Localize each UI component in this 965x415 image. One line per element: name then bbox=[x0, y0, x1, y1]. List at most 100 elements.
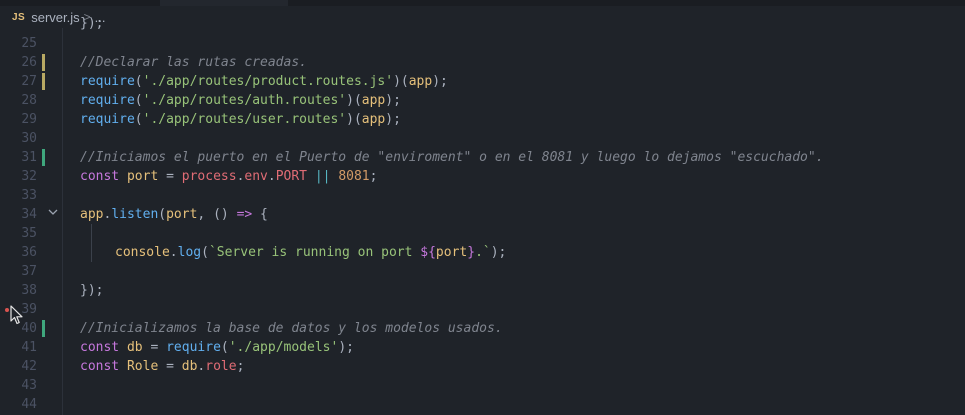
keyword-token: const bbox=[80, 359, 120, 374]
punctuation-token: )( bbox=[346, 112, 362, 127]
keyword-token: const bbox=[80, 169, 120, 184]
code-editor[interactable]: }); 25 26 //Declarar las rutas creadas. … bbox=[0, 16, 965, 415]
punctuation-token: ( bbox=[134, 112, 143, 127]
punctuation-token: )( bbox=[346, 93, 362, 108]
modified-line-marker[interactable] bbox=[42, 54, 45, 71]
punctuation-token: ); bbox=[385, 93, 401, 108]
code-line: 35 bbox=[0, 224, 965, 243]
operator-token: = bbox=[142, 340, 167, 355]
punctuation-token: ; bbox=[369, 169, 378, 184]
line-number: 27 bbox=[21, 74, 37, 89]
code-text: //Iniciamos el puerto en el Puerto de "e… bbox=[80, 148, 824, 167]
punctuation-token: , () bbox=[197, 207, 237, 222]
code-text: console.log(`Server is running on port $… bbox=[115, 243, 506, 262]
property-token: role bbox=[205, 359, 237, 374]
template-expression-token: } bbox=[467, 245, 476, 260]
indent-guide bbox=[91, 243, 92, 262]
code-line: 31 //Iniciamos el puerto en el Puerto de… bbox=[0, 148, 965, 167]
line-number: 29 bbox=[21, 112, 37, 127]
variable-token: port bbox=[435, 245, 468, 260]
punctuation-token: ); bbox=[385, 112, 401, 127]
punctuation-token: ( bbox=[134, 74, 143, 89]
code-line: 25 bbox=[0, 34, 965, 53]
code-text: app.listen(port, () => { bbox=[80, 205, 268, 224]
code-line: 29 require('./app/routes/user.routes')(a… bbox=[0, 110, 965, 129]
punctuation-token: }); bbox=[80, 283, 104, 298]
code-text: require('./app/routes/user.routes')(app)… bbox=[80, 110, 401, 129]
variable-token: app bbox=[361, 112, 386, 127]
line-number: 32 bbox=[21, 169, 37, 184]
code-text: require('./app/routes/product.routes.js'… bbox=[80, 72, 448, 91]
code-line: 32 const port = process.env.PORT || 8081… bbox=[0, 167, 965, 186]
variable-token: Role bbox=[126, 359, 159, 374]
punctuation-token: ( bbox=[134, 93, 143, 108]
keyword-token: const bbox=[80, 340, 120, 355]
line-number: 44 bbox=[21, 397, 37, 412]
line-number: 35 bbox=[21, 226, 37, 241]
function-token: require bbox=[80, 74, 135, 89]
line-number: 33 bbox=[21, 188, 37, 203]
mouse-pointer-icon bbox=[10, 305, 24, 325]
line-number: 43 bbox=[21, 378, 37, 393]
punctuation-token: ); bbox=[432, 74, 448, 89]
variable-token: db bbox=[126, 340, 143, 355]
comment-token: //Inicializamos la base de datos y los m… bbox=[80, 321, 503, 336]
line-number: 41 bbox=[21, 340, 37, 355]
function-token: require bbox=[166, 340, 221, 355]
line-number: 34 bbox=[21, 207, 37, 222]
line-number: 26 bbox=[21, 55, 37, 70]
added-line-marker[interactable] bbox=[42, 320, 45, 337]
line-number: 36 bbox=[21, 245, 37, 260]
punctuation-token: ( bbox=[158, 207, 167, 222]
chevron-down-icon[interactable] bbox=[47, 207, 59, 221]
code-text: require('./app/routes/auth.routes')(app)… bbox=[80, 91, 401, 110]
string-token: './app/routes/auth.routes' bbox=[142, 93, 347, 108]
code-line: 38 }); bbox=[0, 281, 965, 300]
punctuation-token: { bbox=[252, 207, 268, 222]
code-line: 28 require('./app/routes/auth.routes')(a… bbox=[0, 91, 965, 110]
code-line: 30 bbox=[0, 129, 965, 148]
code-line: 43 bbox=[0, 376, 965, 395]
line-number: 30 bbox=[21, 131, 37, 146]
line-number: 37 bbox=[21, 264, 37, 279]
breakpoint-hint-dot[interactable] bbox=[5, 308, 9, 312]
code-text: const Role = db.role; bbox=[80, 357, 244, 376]
variable-token: console bbox=[115, 245, 170, 260]
code-text: const db = require('./app/models'); bbox=[80, 338, 354, 357]
line-number: 31 bbox=[21, 150, 37, 165]
punctuation-token: . bbox=[267, 169, 276, 184]
line-number: 42 bbox=[21, 359, 37, 374]
code-text: const port = process.env.PORT || 8081; bbox=[80, 167, 377, 186]
line-number: 28 bbox=[21, 93, 37, 108]
punctuation-token: . bbox=[169, 245, 178, 260]
added-line-marker[interactable] bbox=[42, 149, 45, 166]
punctuation-token: )( bbox=[393, 74, 409, 89]
code-text: //Declarar las rutas creadas. bbox=[80, 53, 307, 72]
line-number: 25 bbox=[21, 36, 37, 51]
variable-token: app bbox=[80, 207, 104, 222]
line-number: 38 bbox=[21, 283, 37, 298]
keyword-token: => bbox=[236, 207, 253, 222]
comment-token: //Iniciamos el puerto en el Puerto de "e… bbox=[80, 150, 824, 165]
operator-token: || bbox=[314, 169, 331, 184]
template-expression-token: ${ bbox=[420, 245, 436, 260]
operator-token: = bbox=[158, 169, 182, 184]
code-line: 26 //Declarar las rutas creadas. bbox=[0, 53, 965, 72]
function-token: require bbox=[80, 112, 135, 127]
comment-token: //Declarar las rutas creadas. bbox=[80, 55, 307, 70]
modified-line-marker[interactable] bbox=[42, 73, 45, 90]
string-token: './app/routes/user.routes' bbox=[142, 112, 347, 127]
string-token: './app/models' bbox=[228, 340, 339, 355]
variable-token: app bbox=[361, 93, 386, 108]
punctuation-token: ( bbox=[220, 340, 229, 355]
function-token: require bbox=[80, 93, 135, 108]
variable-token: app bbox=[408, 74, 433, 89]
variable-token: port bbox=[126, 169, 159, 184]
code-line: 40 //Inicializamos la base de datos y lo… bbox=[0, 319, 965, 338]
indent-guide bbox=[91, 224, 92, 243]
code-line: 42 const Role = db.role; bbox=[0, 357, 965, 376]
